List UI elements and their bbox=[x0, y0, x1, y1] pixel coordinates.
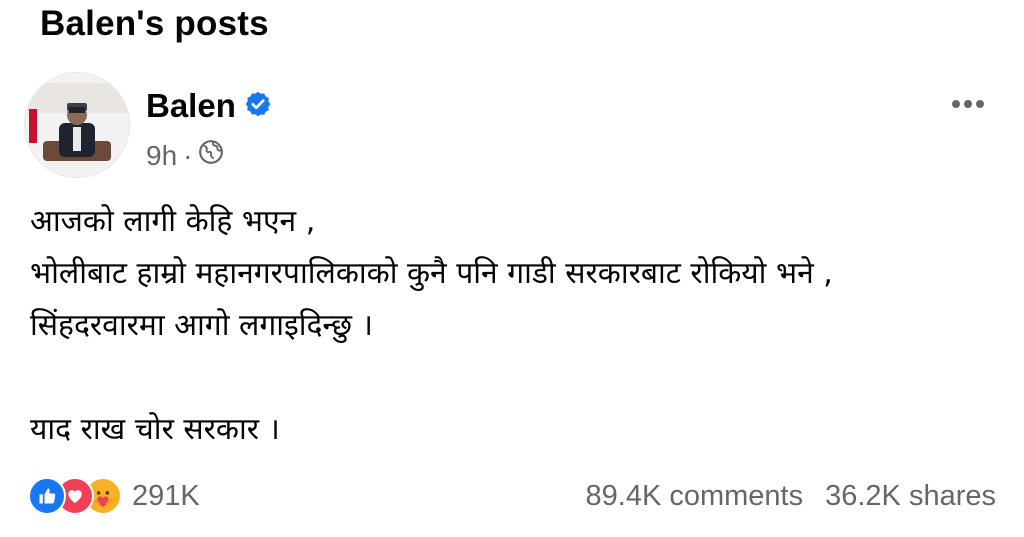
more-dot-icon bbox=[976, 100, 984, 108]
more-options-button[interactable] bbox=[944, 88, 992, 120]
avatar-image bbox=[25, 73, 129, 177]
avatar[interactable] bbox=[24, 72, 130, 178]
more-dot-icon bbox=[964, 100, 972, 108]
like-icon bbox=[28, 477, 66, 515]
post-text-line: सिंहदरवारमा आगो लगाइदिन्छु । bbox=[30, 308, 373, 343]
reactions-summary[interactable]: 291K bbox=[28, 477, 200, 515]
author-name[interactable]: Balen bbox=[146, 84, 236, 128]
post-body: आजको लागी केहि भएन , भोलीबाट हाम्रो महान… bbox=[30, 196, 990, 456]
post-footer: 291K 89.4K comments 36.2K shares bbox=[28, 474, 996, 518]
reaction-count: 291K bbox=[132, 480, 200, 512]
post-author: Balen bbox=[146, 84, 272, 128]
comments-count-link[interactable]: 89.4K comments bbox=[586, 478, 804, 514]
post-text-line: आजको लागी केहि भएन , bbox=[30, 204, 316, 239]
reaction-icons bbox=[28, 477, 122, 515]
globe-icon bbox=[198, 138, 224, 174]
shares-count-link[interactable]: 36.2K shares bbox=[825, 478, 996, 514]
post-meta: 9h · bbox=[146, 138, 224, 174]
meta-separator: · bbox=[183, 140, 193, 171]
post-text-line: भोलीबाट हाम्रो महानगरपालिकाको कुनै पनि ग… bbox=[30, 256, 833, 291]
post-text-line: याद राख चोर सरकार । bbox=[30, 412, 280, 447]
post-time[interactable]: 9h bbox=[146, 138, 177, 174]
verified-badge-icon bbox=[244, 90, 272, 123]
post-text-line bbox=[30, 352, 990, 404]
page-title: Balen's posts bbox=[40, 4, 269, 43]
more-dot-icon bbox=[952, 100, 960, 108]
post-stats: 89.4K comments 36.2K shares bbox=[586, 478, 997, 514]
